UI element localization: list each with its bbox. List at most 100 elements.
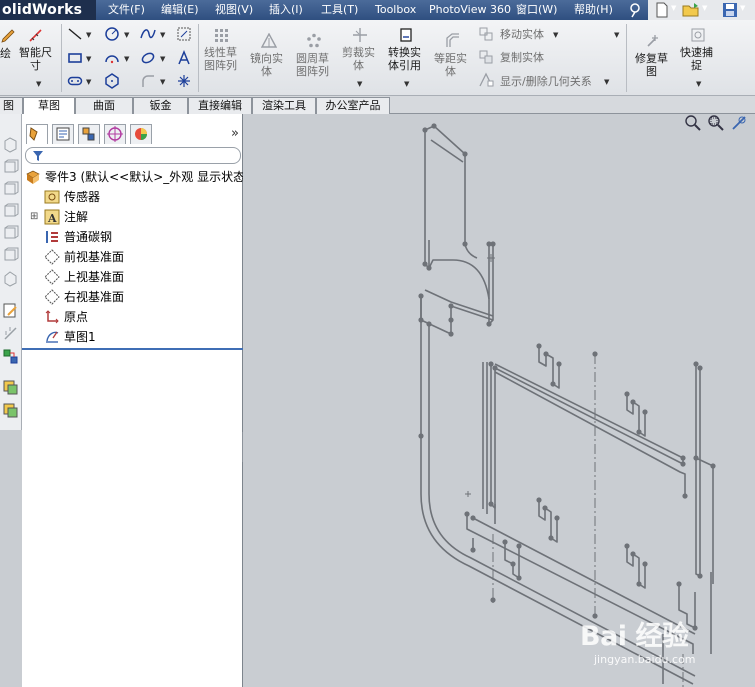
tab-dimxpert[interactable] bbox=[104, 124, 126, 144]
menu-toolbox[interactable]: Toolbox bbox=[375, 0, 416, 20]
menu-view[interactable]: 视图(V) bbox=[215, 0, 253, 20]
copy-entities-label[interactable]: 复制实体 bbox=[500, 51, 544, 64]
view-right-icon[interactable] bbox=[2, 202, 19, 219]
new-dropdown-icon[interactable]: ▼ bbox=[671, 4, 676, 12]
offset-entities-label[interactable]: 等距实 体 bbox=[434, 52, 467, 78]
rectangle-icon[interactable] bbox=[67, 50, 83, 66]
display-relations-icon[interactable] bbox=[478, 72, 494, 88]
more-tabs-icon[interactable]: » bbox=[231, 126, 239, 141]
tree-rollback-bar[interactable] bbox=[22, 348, 243, 350]
menu-window[interactable]: 窗口(W) bbox=[516, 0, 557, 20]
pin-icon[interactable] bbox=[626, 1, 644, 19]
sketch-pencil-icon[interactable] bbox=[0, 28, 16, 44]
view-back-icon[interactable] bbox=[2, 158, 19, 175]
line-icon[interactable] bbox=[67, 26, 83, 42]
menu-tools[interactable]: 工具(T) bbox=[321, 0, 358, 20]
circular-pattern-icon[interactable] bbox=[306, 33, 322, 49]
smart-dimension-label[interactable]: 智能尺 寸 bbox=[19, 46, 52, 72]
open-folder-icon[interactable] bbox=[682, 2, 700, 18]
tab-features[interactable]: 图 bbox=[0, 97, 23, 114]
menu-photoview[interactable]: PhotoView 360 bbox=[429, 0, 511, 20]
circle-dropdown-icon[interactable]: ▼ bbox=[124, 31, 129, 39]
trim-icon[interactable] bbox=[352, 27, 368, 43]
offset-entities-icon[interactable] bbox=[444, 33, 460, 49]
expand-icon[interactable]: ⊞ bbox=[30, 208, 38, 226]
rectangle-dropdown-icon[interactable]: ▼ bbox=[86, 55, 91, 63]
sketch-label[interactable]: 绘 bbox=[0, 47, 11, 60]
tab-feature-tree[interactable] bbox=[26, 124, 48, 144]
tab-sheet-metal[interactable]: 钣金 bbox=[133, 97, 188, 114]
quick-snaps-dropdown-icon[interactable]: ▼ bbox=[696, 80, 701, 88]
repair-sketch-icon[interactable] bbox=[645, 33, 661, 49]
mirror-label[interactable]: 镜向实 体 bbox=[250, 52, 283, 78]
layer-yellow-icon[interactable] bbox=[2, 379, 19, 396]
layer-green-icon[interactable] bbox=[2, 402, 19, 419]
smart-dimension-small-icon[interactable] bbox=[2, 325, 19, 342]
arc-icon[interactable] bbox=[104, 50, 120, 66]
save-icon[interactable] bbox=[722, 2, 738, 18]
mirror-icon[interactable] bbox=[261, 33, 277, 49]
view-left-icon[interactable] bbox=[2, 180, 19, 197]
slot-dropdown-icon[interactable]: ▼ bbox=[86, 78, 91, 86]
sketch-edit-icon[interactable] bbox=[2, 302, 19, 319]
move-entities-label[interactable]: 移动实体 bbox=[500, 28, 544, 41]
convert-entities-label[interactable]: 转换实 体引用 bbox=[388, 46, 421, 72]
quick-snaps-label[interactable]: 快速捕 捉 bbox=[680, 46, 713, 72]
menu-help[interactable]: 帮助(H) bbox=[574, 0, 613, 20]
slot-icon[interactable] bbox=[67, 73, 83, 89]
tab-direct-editing[interactable]: 直接编辑 bbox=[188, 97, 252, 114]
ellipse-dropdown-icon[interactable]: ▼ bbox=[160, 55, 165, 63]
sketch-geometry[interactable] bbox=[243, 114, 755, 687]
circle-icon[interactable] bbox=[104, 26, 120, 42]
relations-dropdown-icon[interactable]: ▼ bbox=[604, 78, 609, 86]
repair-sketch-label[interactable]: 修复草 图 bbox=[635, 52, 668, 78]
save-dropdown-icon[interactable]: ▼ bbox=[740, 4, 745, 12]
view-top-icon[interactable] bbox=[2, 224, 19, 241]
menu-insert[interactable]: 插入(I) bbox=[269, 0, 303, 20]
trim-dropdown-icon[interactable]: ▼ bbox=[357, 80, 362, 88]
circular-pattern-label[interactable]: 圆周草 图阵列 bbox=[296, 52, 329, 78]
view-isometric-icon[interactable] bbox=[2, 270, 19, 287]
move-dropdown-icon[interactable]: ▼ bbox=[553, 31, 558, 39]
tab-sketch[interactable]: 草图 bbox=[23, 97, 75, 115]
tab-property-manager[interactable] bbox=[52, 124, 74, 144]
ellipse-icon[interactable] bbox=[140, 50, 156, 66]
fillet-icon[interactable] bbox=[140, 73, 156, 89]
tab-render-tools[interactable]: 渲染工具 bbox=[252, 97, 316, 114]
menu-edit[interactable]: 编辑(E) bbox=[161, 0, 199, 20]
line-dropdown-icon[interactable]: ▼ bbox=[86, 31, 91, 39]
arc-dropdown-icon[interactable]: ▼ bbox=[124, 55, 129, 63]
feature-tree-filter[interactable] bbox=[25, 147, 241, 164]
new-document-icon[interactable] bbox=[654, 2, 670, 18]
fillet-dropdown-icon[interactable]: ▼ bbox=[160, 78, 165, 86]
tab-display-manager[interactable] bbox=[130, 124, 152, 144]
tab-surfaces[interactable]: 曲面 bbox=[75, 97, 133, 114]
add-relation-icon[interactable] bbox=[2, 348, 19, 365]
text-icon[interactable] bbox=[176, 50, 192, 66]
tab-configuration-manager[interactable] bbox=[78, 124, 100, 144]
toolbar-overflow-icon[interactable]: ▼ bbox=[614, 31, 619, 39]
linear-pattern-label[interactable]: 线性草 图阵列 bbox=[204, 46, 237, 72]
display-relations-label[interactable]: 显示/删除几何关系 bbox=[500, 75, 592, 88]
point-icon[interactable] bbox=[176, 73, 192, 89]
tree-item-label: 右视基准面 bbox=[64, 290, 125, 304]
menu-file[interactable]: 文件(F) bbox=[108, 0, 145, 20]
polygon-icon[interactable] bbox=[104, 73, 120, 89]
view-front-icon[interactable] bbox=[2, 136, 19, 153]
spline-dropdown-icon[interactable]: ▼ bbox=[160, 31, 165, 39]
convert-entities-icon[interactable] bbox=[398, 27, 414, 43]
linear-pattern-icon[interactable] bbox=[214, 28, 230, 44]
view-bottom-icon[interactable] bbox=[2, 246, 19, 263]
tab-office-products[interactable]: 办公室产品 bbox=[316, 97, 390, 114]
convert-dropdown-icon[interactable]: ▼ bbox=[404, 80, 409, 88]
smart-dimension-icon[interactable] bbox=[28, 28, 44, 44]
spline-icon[interactable] bbox=[140, 26, 156, 42]
convert-grid-icon[interactable] bbox=[176, 26, 192, 42]
open-dropdown-icon[interactable]: ▼ bbox=[702, 4, 707, 12]
copy-entities-icon[interactable] bbox=[478, 49, 494, 65]
smart-dimension-dropdown-icon[interactable]: ▼ bbox=[36, 80, 41, 88]
move-entities-icon[interactable] bbox=[478, 26, 494, 42]
quick-snaps-icon[interactable] bbox=[690, 27, 706, 43]
graphics-area[interactable] bbox=[243, 114, 755, 687]
trim-label[interactable]: 剪裁实 体 bbox=[342, 46, 375, 72]
